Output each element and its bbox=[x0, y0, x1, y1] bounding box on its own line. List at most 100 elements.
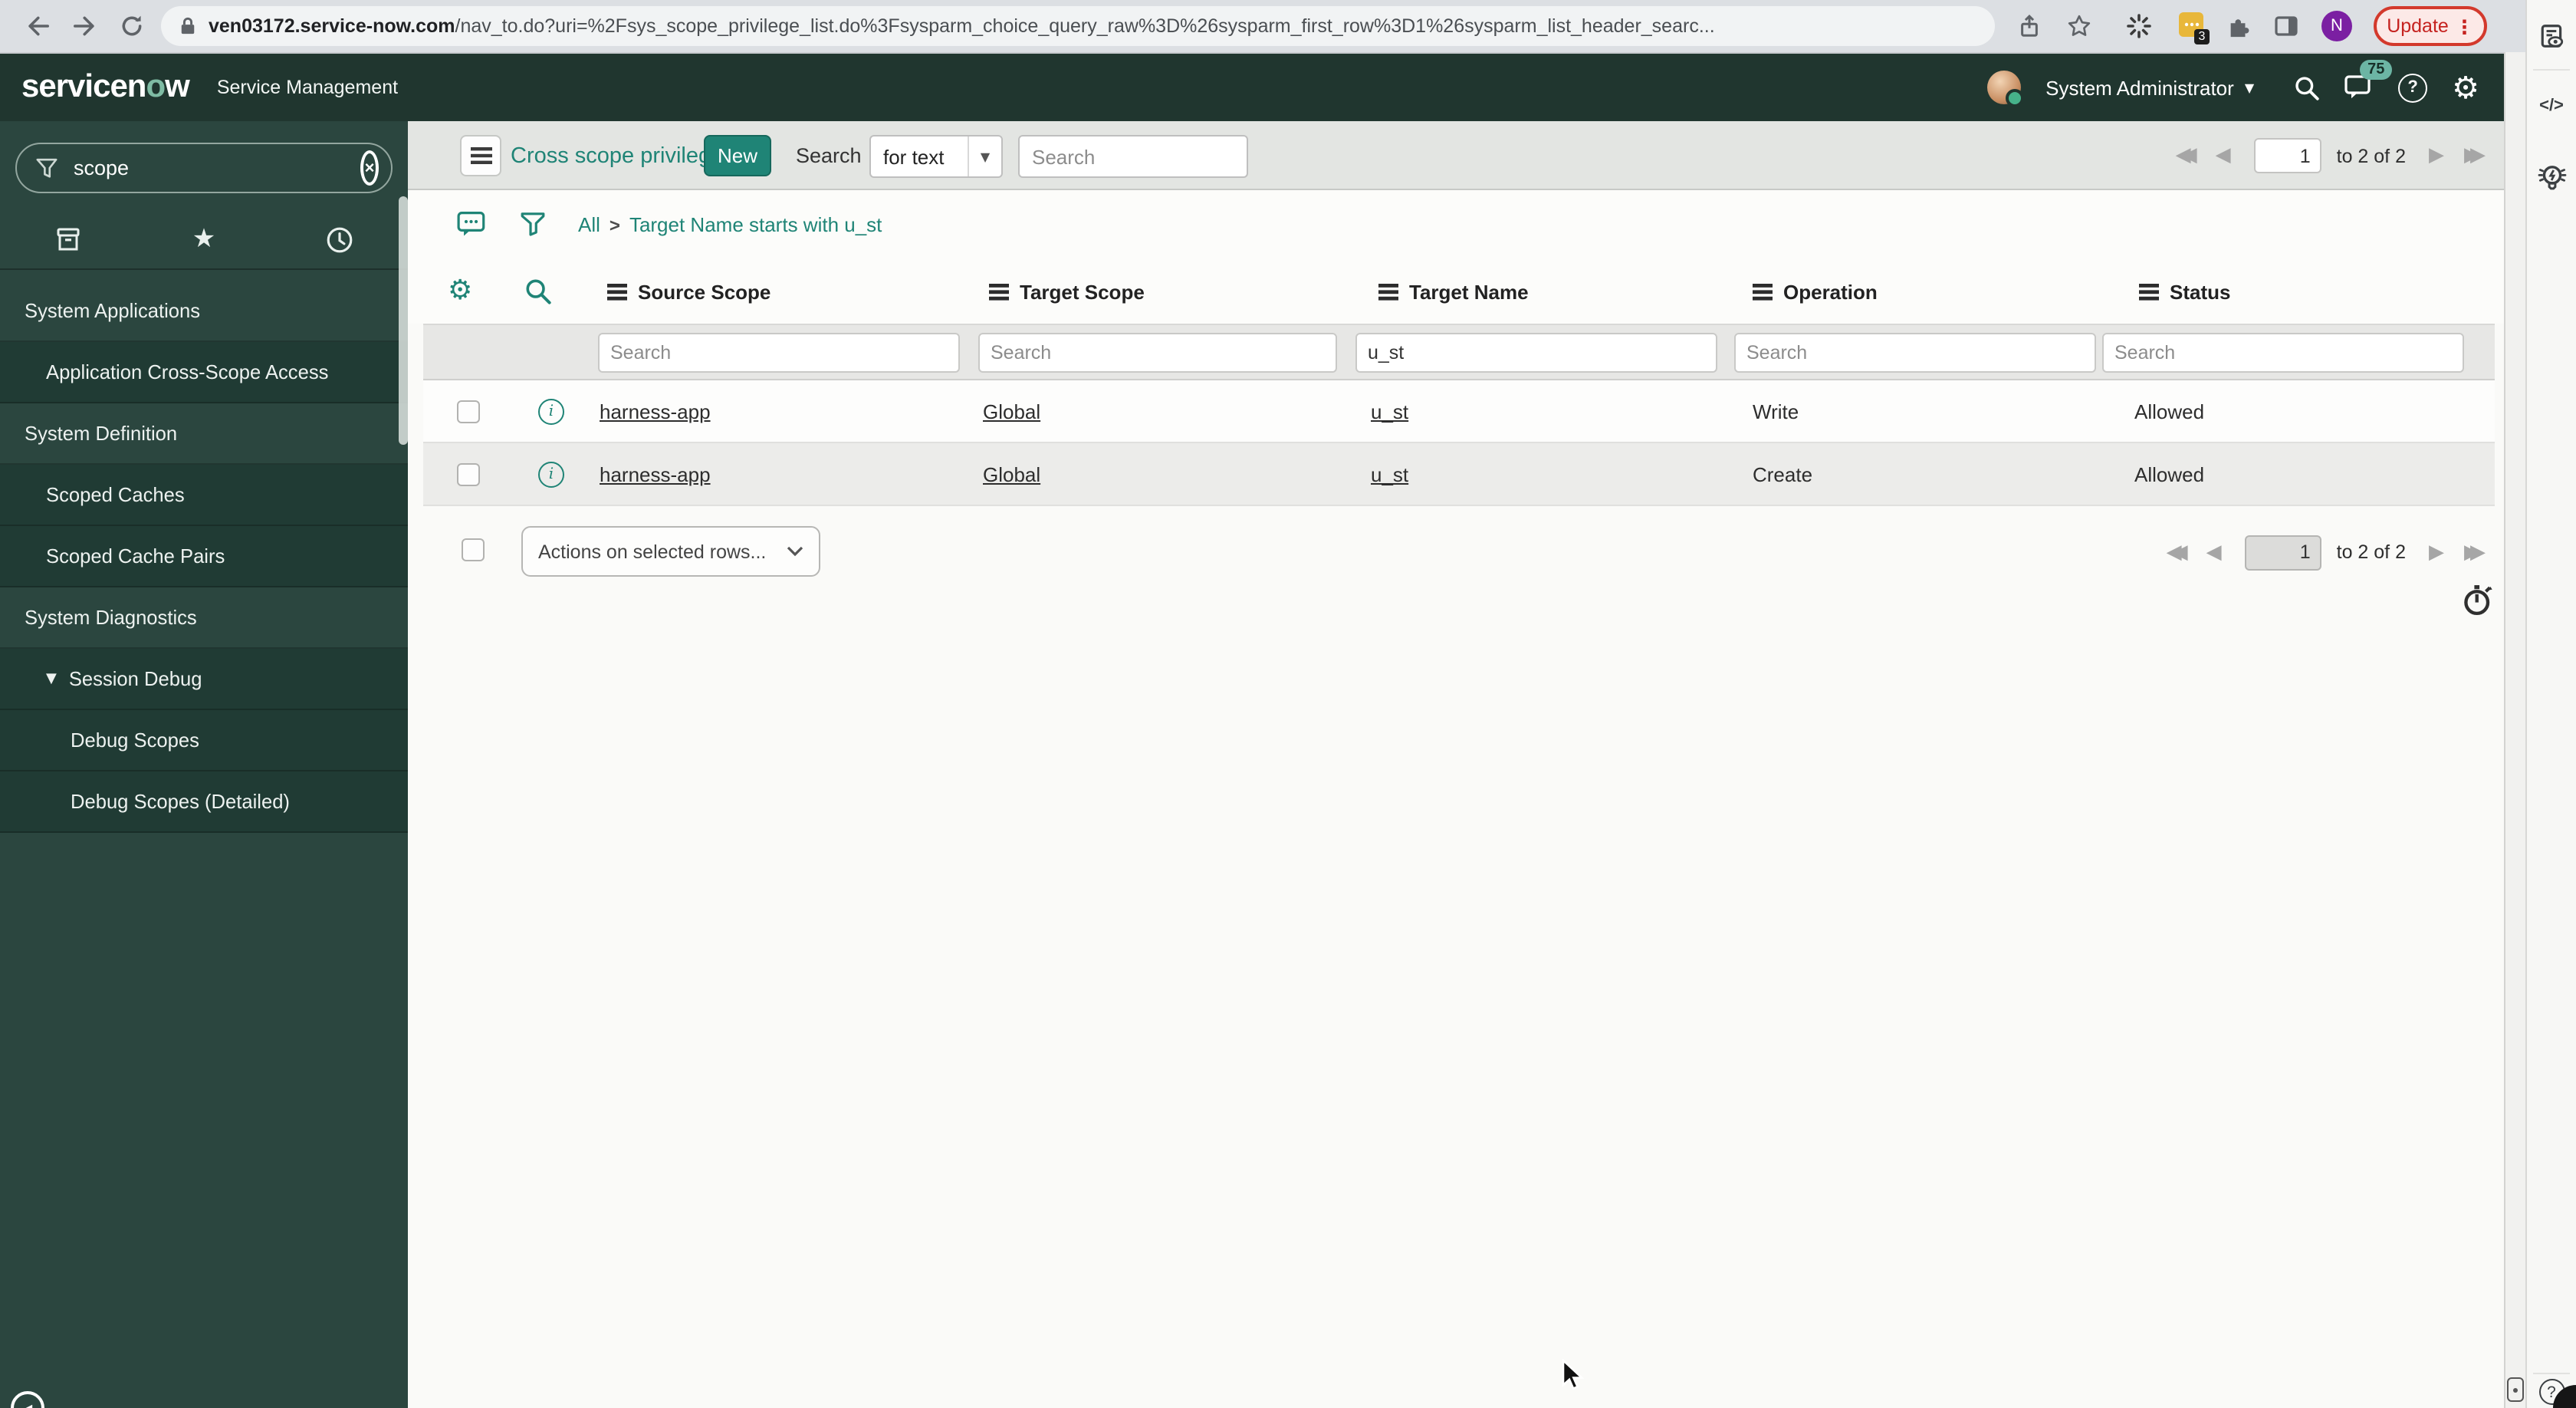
next-page-button[interactable]: ▶ bbox=[2429, 146, 2444, 166]
list-title[interactable]: Cross scope privileges bbox=[511, 121, 734, 190]
browser-profile-avatar[interactable]: N bbox=[2321, 11, 2352, 41]
expand-caret-icon: ▼ bbox=[46, 671, 57, 686]
actions-select[interactable]: Actions on selected rows... bbox=[521, 526, 820, 577]
column-menu-icon bbox=[2139, 283, 2159, 300]
list-personalize-gear-icon[interactable]: ⚙ bbox=[448, 275, 472, 307]
reading-list-icon[interactable] bbox=[2527, 23, 2576, 51]
cell-target-name-link[interactable]: u_st bbox=[1371, 400, 1408, 423]
search-target-name-input[interactable] bbox=[1355, 333, 1717, 373]
prev-page-button[interactable]: ◀ bbox=[2216, 146, 2231, 166]
browser-forward-button[interactable] bbox=[74, 14, 98, 38]
gear-icon[interactable]: ⚙ bbox=[2452, 69, 2479, 106]
page-scrollbar[interactable] bbox=[2504, 52, 2525, 1408]
new-button[interactable]: New bbox=[704, 135, 771, 176]
search-status-input[interactable] bbox=[2102, 333, 2464, 373]
bottom-pagination: ◀◀ ◀ to 2 of 2 ▶ ▶▶ bbox=[2167, 506, 2486, 598]
page-number-input[interactable] bbox=[2253, 138, 2321, 173]
address-bar[interactable]: ven03172.service-now.com/nav_to.do?uri=%… bbox=[161, 6, 1995, 46]
search-target-scope-input[interactable] bbox=[978, 333, 1337, 373]
info-icon[interactable]: i bbox=[538, 462, 564, 488]
page-number-input[interactable] bbox=[2244, 535, 2321, 570]
cell-target-scope-link[interactable]: Global bbox=[983, 463, 1040, 486]
sidebar-scrollbar[interactable] bbox=[399, 196, 408, 445]
nav-item-scoped-cache-pairs[interactable]: Scoped Cache Pairs bbox=[0, 526, 408, 587]
browser-update-button[interactable]: Update ⋮ bbox=[2374, 6, 2487, 46]
cell-source-scope-link[interactable]: harness-app bbox=[600, 463, 711, 486]
collapse-sidebar-button[interactable]: ◀ bbox=[11, 1391, 44, 1408]
column-header-target-name[interactable]: Target Name bbox=[1378, 259, 1529, 324]
nav-section-system-applications[interactable]: System Applications bbox=[0, 281, 408, 342]
search-type-select[interactable]: for text ▼ bbox=[869, 135, 1003, 178]
filter-funnel-icon[interactable] bbox=[520, 210, 546, 238]
user-avatar[interactable] bbox=[1987, 71, 2025, 107]
filter-navigator-input[interactable] bbox=[71, 155, 348, 181]
breadcrumb-filter-link[interactable]: Target Name starts with u_st bbox=[629, 213, 882, 236]
browser-menu-kebab-icon[interactable]: ⋮ bbox=[2455, 15, 2474, 38]
cell-source-scope-link[interactable]: harness-app bbox=[600, 400, 711, 423]
extensions-puzzle-icon[interactable] bbox=[2226, 14, 2251, 38]
tab-history[interactable] bbox=[272, 210, 408, 268]
nav-item-debug-scopes-detailed[interactable]: Debug Scopes (Detailed) bbox=[0, 771, 408, 833]
chat-icon[interactable]: 75 bbox=[2344, 60, 2393, 101]
tab-all-applications[interactable] bbox=[0, 210, 136, 268]
nav-item-scoped-caches[interactable]: Scoped Caches bbox=[0, 465, 408, 526]
row-range-label: to 2 of 2 bbox=[2336, 145, 2406, 166]
url-path: /nav_to.do?uri=%2Fsys_scope_privilege_li… bbox=[455, 15, 1715, 37]
search-operation-input[interactable] bbox=[1734, 333, 2096, 373]
list-search-input[interactable] bbox=[1018, 135, 1248, 178]
search-source-scope-input[interactable] bbox=[598, 333, 960, 373]
user-menu[interactable]: System Administrator ▼ bbox=[2045, 76, 2254, 99]
column-header-target-scope[interactable]: Target Scope bbox=[989, 259, 1145, 324]
list-context-menu-button[interactable] bbox=[460, 135, 501, 176]
nav-item-application-cross-scope-access[interactable]: Application Cross-Scope Access bbox=[0, 342, 408, 403]
nav-item-session-debug[interactable]: ▼ Session Debug bbox=[0, 649, 408, 710]
presence-dot bbox=[2006, 89, 2025, 107]
filter-navigator[interactable]: × bbox=[15, 143, 393, 193]
clear-filter-icon[interactable]: × bbox=[360, 150, 379, 186]
scroll-marker bbox=[2507, 1377, 2524, 1402]
bookmark-star-icon[interactable] bbox=[2067, 14, 2091, 38]
extension-spinner-icon[interactable] bbox=[2127, 14, 2151, 38]
browser-reload-button[interactable] bbox=[120, 14, 144, 38]
code-panel-icon[interactable]: </> bbox=[2527, 97, 2576, 115]
breadcrumb-row: All > Target Name starts with u_st bbox=[408, 190, 2504, 259]
extension-notes-icon[interactable]: 3 bbox=[2179, 12, 2210, 44]
top-pagination: ◀◀ ◀ to 2 of 2 ▶ ▶▶ bbox=[2176, 121, 2486, 190]
help-icon[interactable]: ? bbox=[2398, 73, 2428, 102]
breadcrumb-all-link[interactable]: All bbox=[578, 213, 600, 236]
info-icon[interactable]: i bbox=[538, 399, 564, 425]
response-time-icon[interactable] bbox=[2461, 583, 2495, 618]
cell-target-scope-link[interactable]: Global bbox=[983, 400, 1040, 423]
nav-item-debug-scopes[interactable]: Debug Scopes bbox=[0, 710, 408, 771]
table-row: i harness-app Global u_st Create Allowed bbox=[423, 443, 2495, 506]
prev-page-button[interactable]: ◀ bbox=[2206, 542, 2222, 562]
notification-badge: 75 bbox=[2360, 60, 2393, 80]
lightbulb-icon[interactable] bbox=[2527, 161, 2576, 196]
nav-section-system-diagnostics[interactable]: System Diagnostics bbox=[0, 587, 408, 649]
column-header-source-scope[interactable]: Source Scope bbox=[607, 259, 770, 324]
table-row: i harness-app Global u_st Write Allowed bbox=[423, 380, 2495, 443]
select-all-checkbox[interactable] bbox=[462, 538, 485, 561]
next-page-button[interactable]: ▶ bbox=[2429, 542, 2444, 562]
side-panel-icon[interactable] bbox=[2274, 14, 2298, 38]
column-header-operation[interactable]: Operation bbox=[1753, 259, 1878, 324]
list-footer: Actions on selected rows... ◀◀ ◀ to 2 of… bbox=[408, 506, 2504, 598]
divider bbox=[2533, 69, 2570, 71]
browser-back-button[interactable] bbox=[25, 14, 49, 38]
tab-favorites[interactable]: ★ bbox=[136, 210, 271, 268]
cell-target-name-link[interactable]: u_st bbox=[1371, 463, 1408, 486]
share-icon[interactable] bbox=[2018, 14, 2041, 38]
column-header-status[interactable]: Status bbox=[2139, 259, 2230, 324]
select-caret-icon: ▼ bbox=[968, 137, 1001, 176]
row-checkbox[interactable] bbox=[457, 463, 480, 486]
global-search-icon[interactable] bbox=[2294, 74, 2320, 100]
nav-section-system-definition[interactable]: System Definition bbox=[0, 403, 408, 465]
row-checkbox[interactable] bbox=[457, 400, 480, 423]
servicenow-logo[interactable]: servicenow bbox=[21, 69, 190, 106]
app-label: Service Management bbox=[216, 77, 399, 98]
column-menu-icon bbox=[1378, 283, 1398, 300]
list-chat-icon[interactable] bbox=[457, 210, 488, 239]
breadcrumb-separator: > bbox=[609, 214, 620, 235]
column-search-toggle-icon[interactable] bbox=[524, 278, 552, 305]
url-domain: ven03172.service-now.com bbox=[209, 15, 455, 37]
